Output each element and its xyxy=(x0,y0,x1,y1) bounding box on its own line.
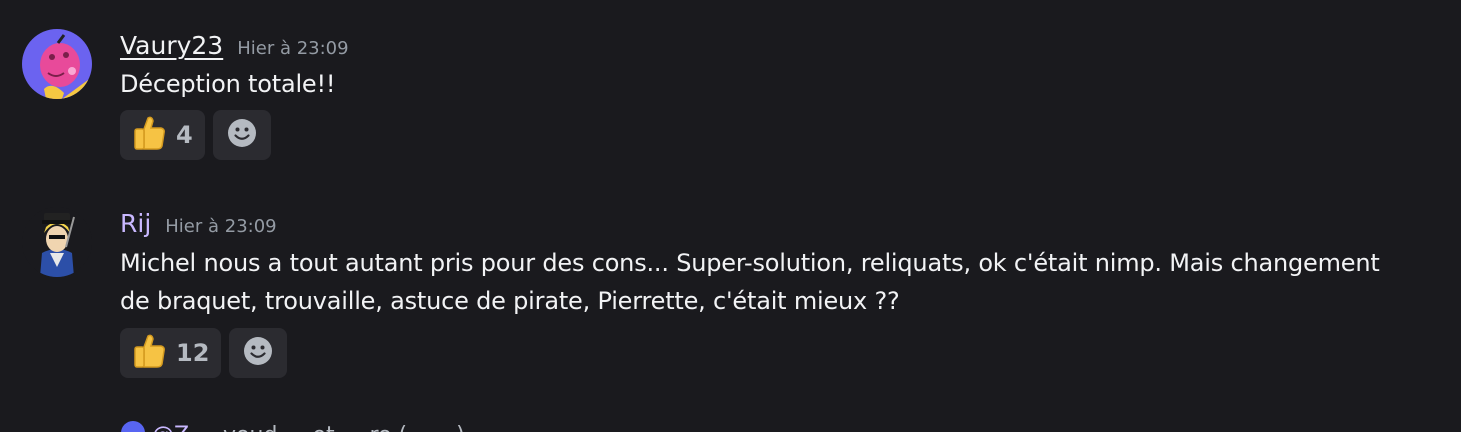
reaction-thumbs-up[interactable]: 12 xyxy=(120,328,222,378)
avatar-rij[interactable] xyxy=(22,207,92,277)
message-content: Déception totale!! xyxy=(120,70,336,98)
timestamp[interactable]: Hier à 23:09 xyxy=(237,38,348,59)
reaction-count: 4 xyxy=(176,121,193,149)
reaction-thumbs-up[interactable]: 4 xyxy=(120,110,205,160)
reply-preview[interactable]: @Z ... voud ... et ... ro (... ...) ... … xyxy=(120,420,549,432)
message-content: Michel nous a tout autant pris pour des … xyxy=(120,249,1380,315)
message-header: Rij Hier à 23:09 xyxy=(120,209,277,239)
add-reaction-button[interactable] xyxy=(229,328,288,378)
username[interactable]: Rij xyxy=(120,209,151,239)
reactions-bar: 4 xyxy=(120,110,271,160)
reply-avatar-icon xyxy=(120,420,146,432)
reaction-count: 12 xyxy=(176,339,210,367)
add-reaction-button[interactable] xyxy=(212,110,271,160)
chat-messages: Vaury23 Hier à 23:09 Déception totale!! … xyxy=(0,0,1461,432)
message-header: Vaury23 Hier à 23:09 xyxy=(120,31,349,61)
smiley-icon xyxy=(227,118,257,152)
timestamp[interactable]: Hier à 23:09 xyxy=(165,216,276,237)
thumbs-up-icon xyxy=(132,115,166,155)
reactions-bar: 12 xyxy=(120,328,288,378)
smiley-icon xyxy=(243,336,273,370)
reply-username[interactable]: @Z xyxy=(152,423,189,432)
reply-text: ... voud ... et ... ro (... ...) ... ...… xyxy=(195,423,549,432)
thumbs-up-icon xyxy=(132,333,166,373)
avatar-image xyxy=(22,207,92,277)
avatar-image xyxy=(22,29,92,99)
username[interactable]: Vaury23 xyxy=(120,31,223,61)
avatar-vaury23[interactable] xyxy=(22,29,92,99)
